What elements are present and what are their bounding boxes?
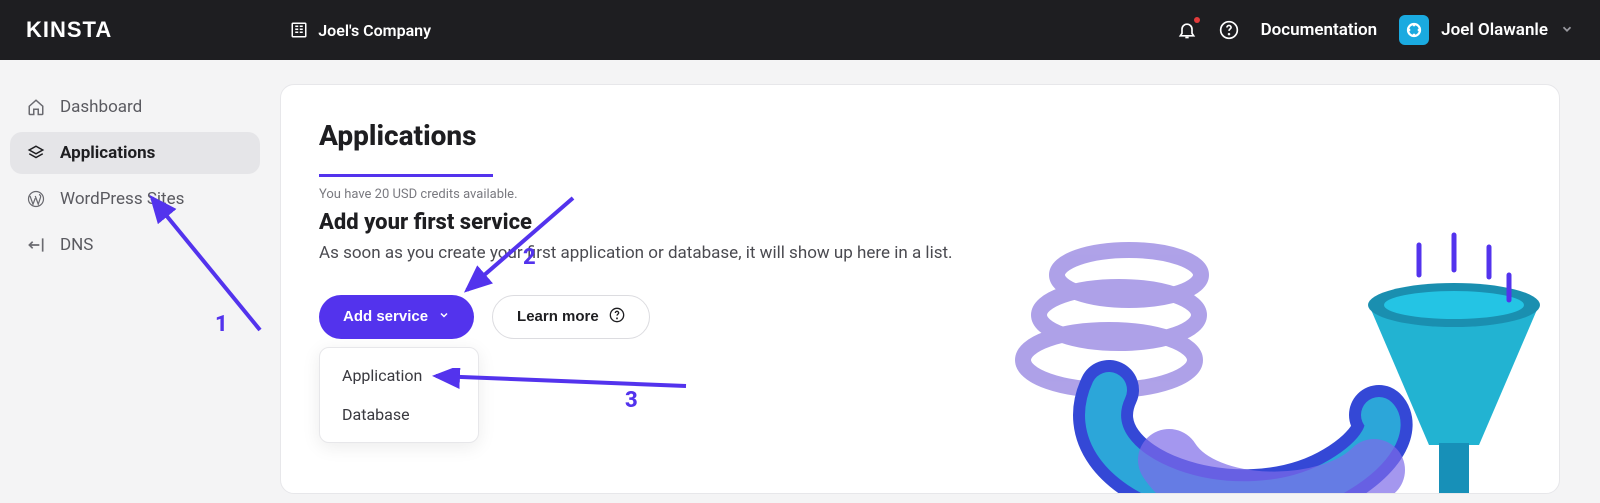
help-circle-icon [609, 307, 625, 327]
user-name: Joel Olawanle [1441, 20, 1548, 40]
help-icon[interactable] [1219, 20, 1239, 40]
learn-more-label: Learn more [517, 308, 599, 325]
dropdown-item-database[interactable]: Database [320, 395, 478, 434]
kinsta-logo: KINSTA [26, 17, 112, 43]
user-menu[interactable]: Joel Olawanle [1399, 15, 1574, 45]
company-name: Joel's Company [318, 21, 431, 40]
credits-text: You have 20 USD credits available. [319, 187, 1521, 202]
main-card: Applications You have 20 USD credits ava… [280, 84, 1560, 494]
learn-more-button[interactable]: Learn more [492, 295, 650, 339]
dropdown-item-application[interactable]: Application [320, 356, 478, 395]
sidebar-item-dashboard[interactable]: Dashboard [10, 86, 260, 128]
chevron-down-icon [438, 308, 450, 325]
notification-dot-icon [1194, 17, 1200, 23]
sidebar-item-label: Dashboard [60, 97, 142, 117]
add-service-button[interactable]: Add service [319, 295, 474, 339]
decorative-illustration [1009, 215, 1549, 494]
add-service-label: Add service [343, 308, 428, 325]
sidebar-item-dns[interactable]: DNS [10, 224, 260, 266]
company-switcher[interactable]: Joel's Company [290, 21, 431, 40]
avatar [1399, 15, 1429, 45]
chevron-down-icon [1560, 21, 1574, 40]
company-icon [290, 21, 308, 39]
documentation-link[interactable]: Documentation [1261, 20, 1378, 40]
sidebar-item-wordpress[interactable]: WordPress Sites [10, 178, 260, 220]
add-service-dropdown: Application Database [319, 347, 479, 443]
accent-divider [319, 174, 493, 177]
home-icon [26, 98, 46, 116]
sidebar: Dashboard Applications WordPress Sites D… [0, 60, 270, 503]
sidebar-item-applications[interactable]: Applications [10, 132, 260, 174]
page-title: Applications [319, 119, 1521, 152]
wordpress-icon [26, 190, 46, 208]
top-header: KINSTA Joel's Company Documentation [0, 0, 1600, 60]
dns-icon [26, 235, 46, 255]
section-description: As soon as you create your first applica… [319, 241, 959, 267]
sidebar-item-label: Applications [60, 143, 155, 163]
sidebar-item-label: WordPress Sites [60, 189, 184, 209]
sidebar-item-label: DNS [60, 235, 93, 255]
layers-icon [26, 144, 46, 162]
notifications-icon[interactable] [1177, 20, 1197, 40]
